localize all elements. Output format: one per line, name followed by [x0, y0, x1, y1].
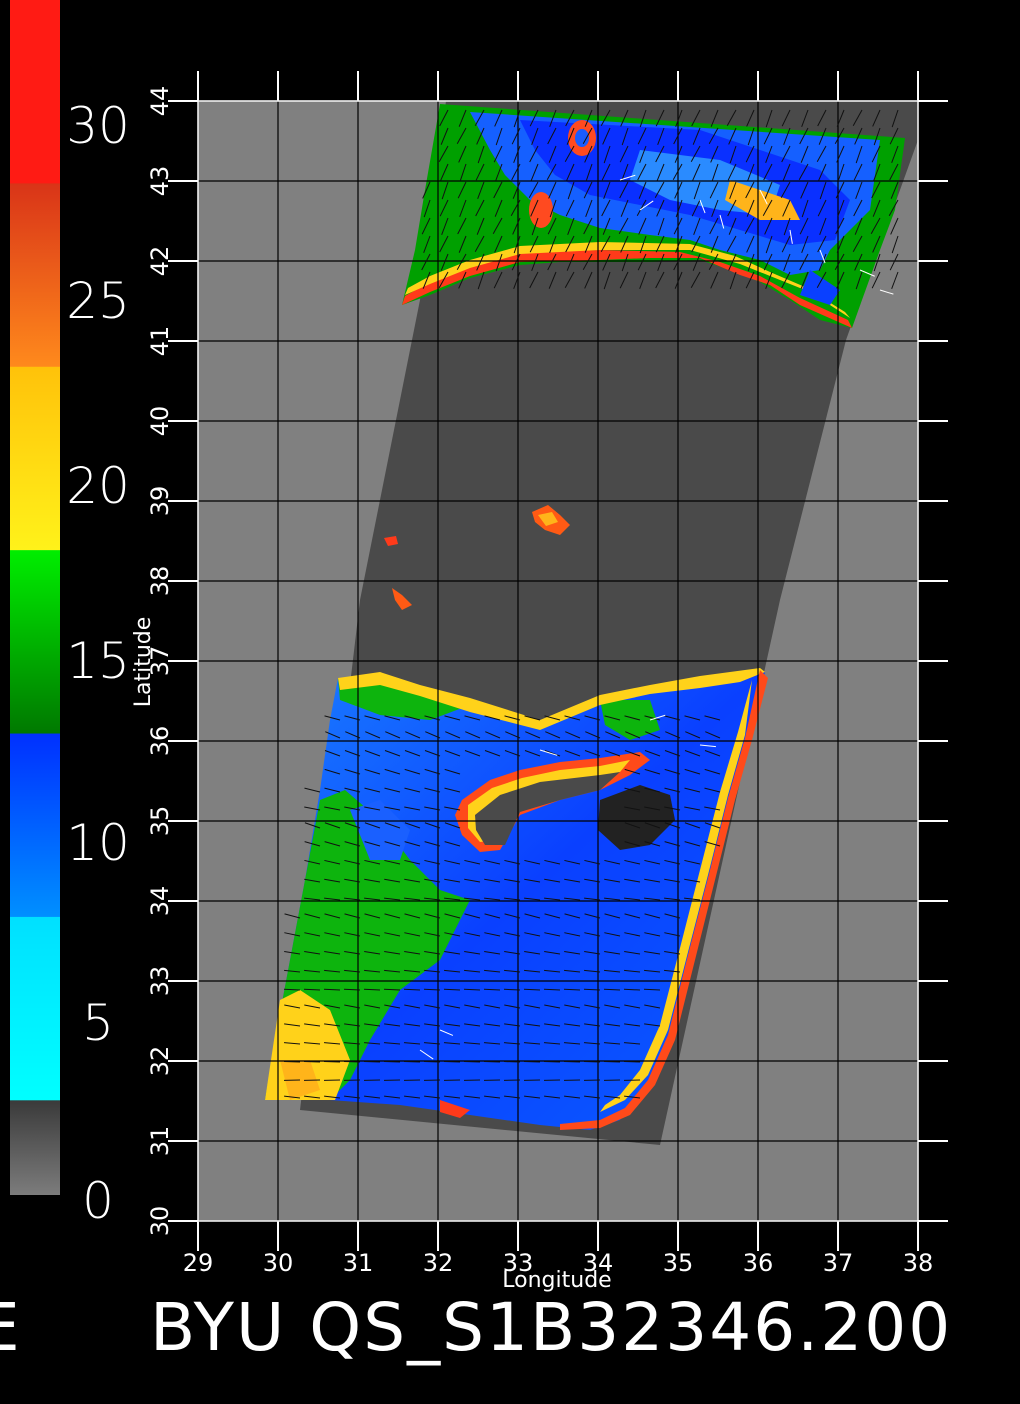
- y-tick-label: 31: [146, 1126, 174, 1157]
- x-tick-label: 30: [263, 1249, 294, 1277]
- colorbar-segment: [10, 0, 60, 184]
- colorbar-label: 10: [66, 814, 130, 872]
- colorbar-label: 0: [82, 1172, 114, 1230]
- footer-left-fragment: E: [0, 1289, 22, 1366]
- y-tick-label: 32: [146, 1046, 174, 1077]
- x-tick-label: 31: [343, 1249, 374, 1277]
- colorbar-segment: [10, 1100, 60, 1195]
- x-tick-label: 36: [743, 1249, 774, 1277]
- y-tick-label: 43: [146, 166, 174, 197]
- x-tick-label: 32: [423, 1249, 454, 1277]
- colorbar-segment: [10, 550, 60, 734]
- colorbar-label: 30: [66, 97, 130, 155]
- colorbar-segment: [10, 734, 60, 918]
- y-axis-title: Latitude: [131, 617, 156, 708]
- y-tick-label: 40: [146, 406, 174, 437]
- y-tick-label: 35: [146, 806, 174, 837]
- x-tick-label: 38: [903, 1249, 934, 1277]
- y-tick-label: 38: [146, 566, 174, 597]
- y-tick-label: 39: [146, 486, 174, 517]
- y-tick-label: 36: [146, 726, 174, 757]
- colorbar: 30 25 20 15 10 5 0: [10, 0, 130, 1230]
- footer-title: BYU QS_S1B32346.200: [150, 1289, 952, 1366]
- colorbar-label: 25: [66, 272, 130, 330]
- colorbar-segment: [10, 917, 60, 1101]
- x-tick-label: 35: [663, 1249, 694, 1277]
- x-tick-label: 29: [183, 1249, 214, 1277]
- colorbar-label: 20: [66, 457, 130, 515]
- colorbar-label: 15: [66, 632, 130, 690]
- x-tick-label: 37: [823, 1249, 854, 1277]
- y-tick-label: 41: [146, 326, 174, 357]
- y-tick-label: 34: [146, 886, 174, 917]
- y-tick-label: 30: [146, 1206, 174, 1237]
- colorbar-segment: [10, 183, 60, 367]
- y-tick-label: 42: [146, 246, 174, 277]
- colorbar-label: 5: [82, 994, 114, 1052]
- wind-map-figure: 30 25 20 15 10 5 0: [0, 0, 1020, 1400]
- y-tick-label: 44: [146, 86, 174, 117]
- scatterometer-wind-map: 30 25 20 15 10 5 0: [0, 0, 1020, 1400]
- y-tick-label: 33: [146, 966, 174, 997]
- colorbar-segment: [10, 367, 60, 551]
